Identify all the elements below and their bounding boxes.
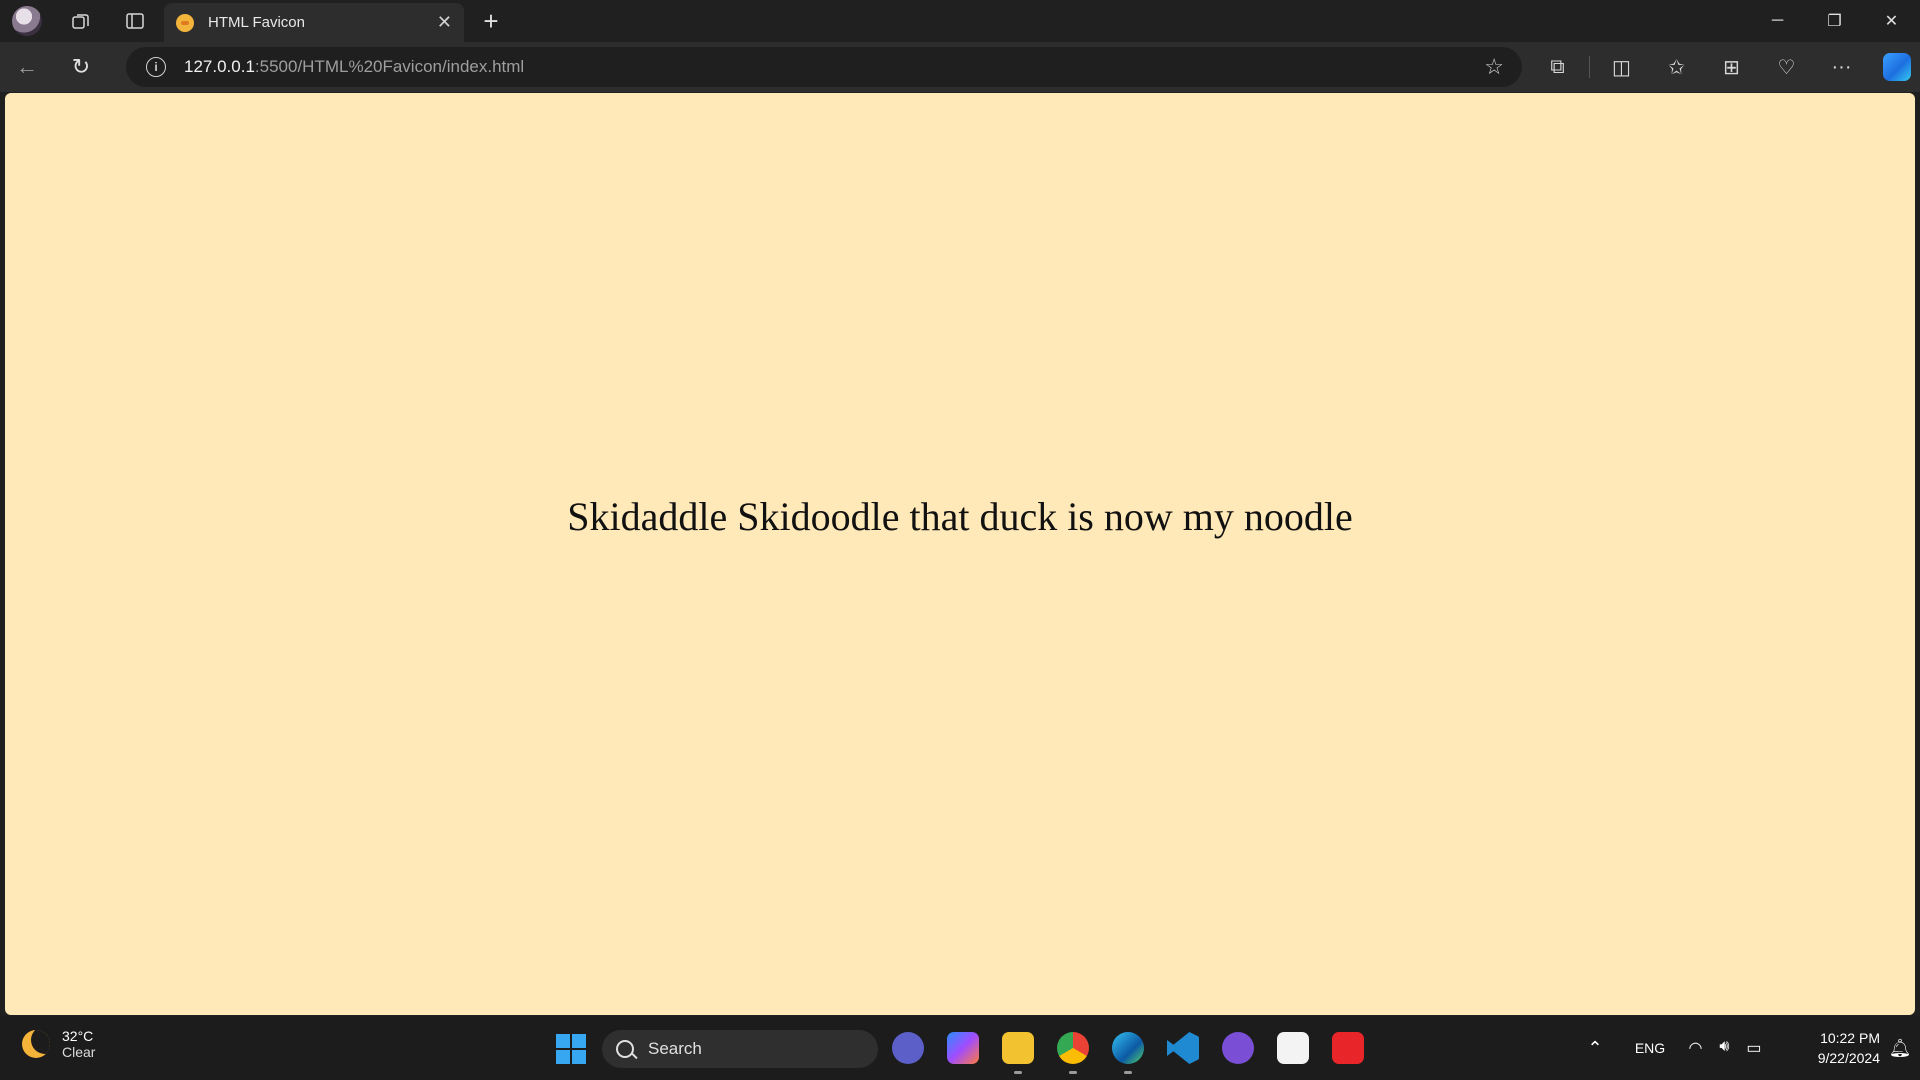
duck-favicon-icon [176, 13, 194, 32]
clock-date: 9/22/2024 [1817, 1050, 1880, 1066]
profile-button[interactable] [0, 0, 54, 42]
browser-essentials-icon[interactable]: ♡ [1759, 42, 1814, 92]
title-bar: HTML Favicon ✕ + ─ ❐ ✕ [0, 0, 1920, 42]
wifi-icon: ◠ [1688, 1040, 1703, 1057]
store-icon[interactable] [1277, 1032, 1309, 1064]
tab-title: HTML Favicon [208, 14, 305, 31]
copilot-button[interactable] [1869, 42, 1920, 92]
moon-icon [22, 1030, 50, 1058]
refresh-button[interactable]: ↻ [54, 42, 108, 92]
toolbar-divider [1589, 56, 1590, 78]
taskbar: 32°C Clear Search ⌃ ENG ◠ 🔊︎ ▭ 10:22 PM … [0, 1016, 1920, 1080]
vscode-icon[interactable] [1167, 1032, 1199, 1064]
vertical-tabs-icon [126, 13, 144, 29]
favorite-star-icon[interactable]: ☆ [1484, 54, 1504, 80]
favorites-icon[interactable]: ✩ [1649, 42, 1704, 92]
url-host: 127.0.0.1 [184, 57, 255, 76]
workspaces-icon [72, 14, 89, 29]
search-label: Search [648, 1039, 702, 1058]
start-button[interactable] [556, 1034, 586, 1064]
clock[interactable]: 10:22 PM 9/22/2024 [1770, 1028, 1880, 1068]
meet-app-icon[interactable] [892, 1032, 924, 1064]
copilot-app-icon[interactable] [947, 1032, 979, 1064]
clock-time: 10:22 PM [1820, 1030, 1880, 1046]
vertical-tabs-button[interactable] [108, 0, 162, 42]
workspaces-button[interactable] [54, 0, 108, 42]
volume-icon: 🔊︎ [1719, 1038, 1730, 1055]
system-tray: ⌃ ENG ◠ 🔊︎ ▭ 10:22 PM 9/22/2024 🔔︎ [1570, 1016, 1920, 1080]
search-icon [616, 1040, 634, 1058]
vivaldi-icon[interactable] [1332, 1032, 1364, 1064]
page-message: Skidaddle Skidoodle that duck is now my … [567, 494, 1353, 539]
language-indicator[interactable]: ENG [1620, 1040, 1680, 1056]
tab-html-favicon[interactable]: HTML Favicon ✕ [164, 3, 464, 42]
collections-icon[interactable]: ⊞ [1704, 42, 1759, 92]
chrome-icon[interactable] [1057, 1032, 1089, 1074]
restore-button[interactable]: ❐ [1806, 0, 1863, 42]
avatar [12, 6, 42, 36]
copilot-icon [1882, 53, 1911, 81]
weather-temp: 32°C [62, 1028, 94, 1044]
back-button[interactable]: ← [0, 42, 54, 92]
notification-bell-icon[interactable]: 🔔︎ [1880, 1038, 1920, 1059]
file-explorer-icon[interactable] [1002, 1032, 1034, 1074]
new-tab-button[interactable]: + [474, 4, 508, 38]
url-path: :5500/HTML%20Favicon/index.html [254, 57, 525, 76]
chevron-up-icon[interactable]: ⌃ [1570, 1038, 1620, 1059]
github-desktop-icon[interactable] [1222, 1032, 1254, 1064]
battery-icon: ▭ [1746, 1040, 1762, 1057]
weather-widget[interactable]: 32°C Clear [22, 1028, 95, 1060]
close-window-button[interactable]: ✕ [1863, 0, 1920, 42]
close-tab-icon[interactable]: ✕ [437, 12, 452, 33]
browser-toolbar: ← ↻ i 127.0.0.1:5500/HTML%20Favicon/inde… [0, 42, 1920, 92]
address-bar[interactable]: i 127.0.0.1:5500/HTML%20Favicon/index.ht… [126, 47, 1522, 87]
page-viewport: Skidaddle Skidoodle that duck is now my … [5, 93, 1915, 1015]
minimize-button[interactable]: ─ [1749, 0, 1806, 42]
split-screen-icon[interactable]: ◫ [1594, 42, 1649, 92]
weather-desc: Clear [62, 1044, 96, 1060]
quick-settings[interactable]: ◠ 🔊︎ ▭ [1680, 1038, 1770, 1058]
taskbar-search[interactable]: Search [602, 1030, 878, 1068]
info-icon[interactable]: i [146, 57, 166, 77]
extensions-icon[interactable]: ⧉ [1530, 42, 1585, 92]
more-options-icon[interactable]: ··· [1814, 42, 1869, 92]
edge-icon[interactable] [1112, 1032, 1144, 1074]
